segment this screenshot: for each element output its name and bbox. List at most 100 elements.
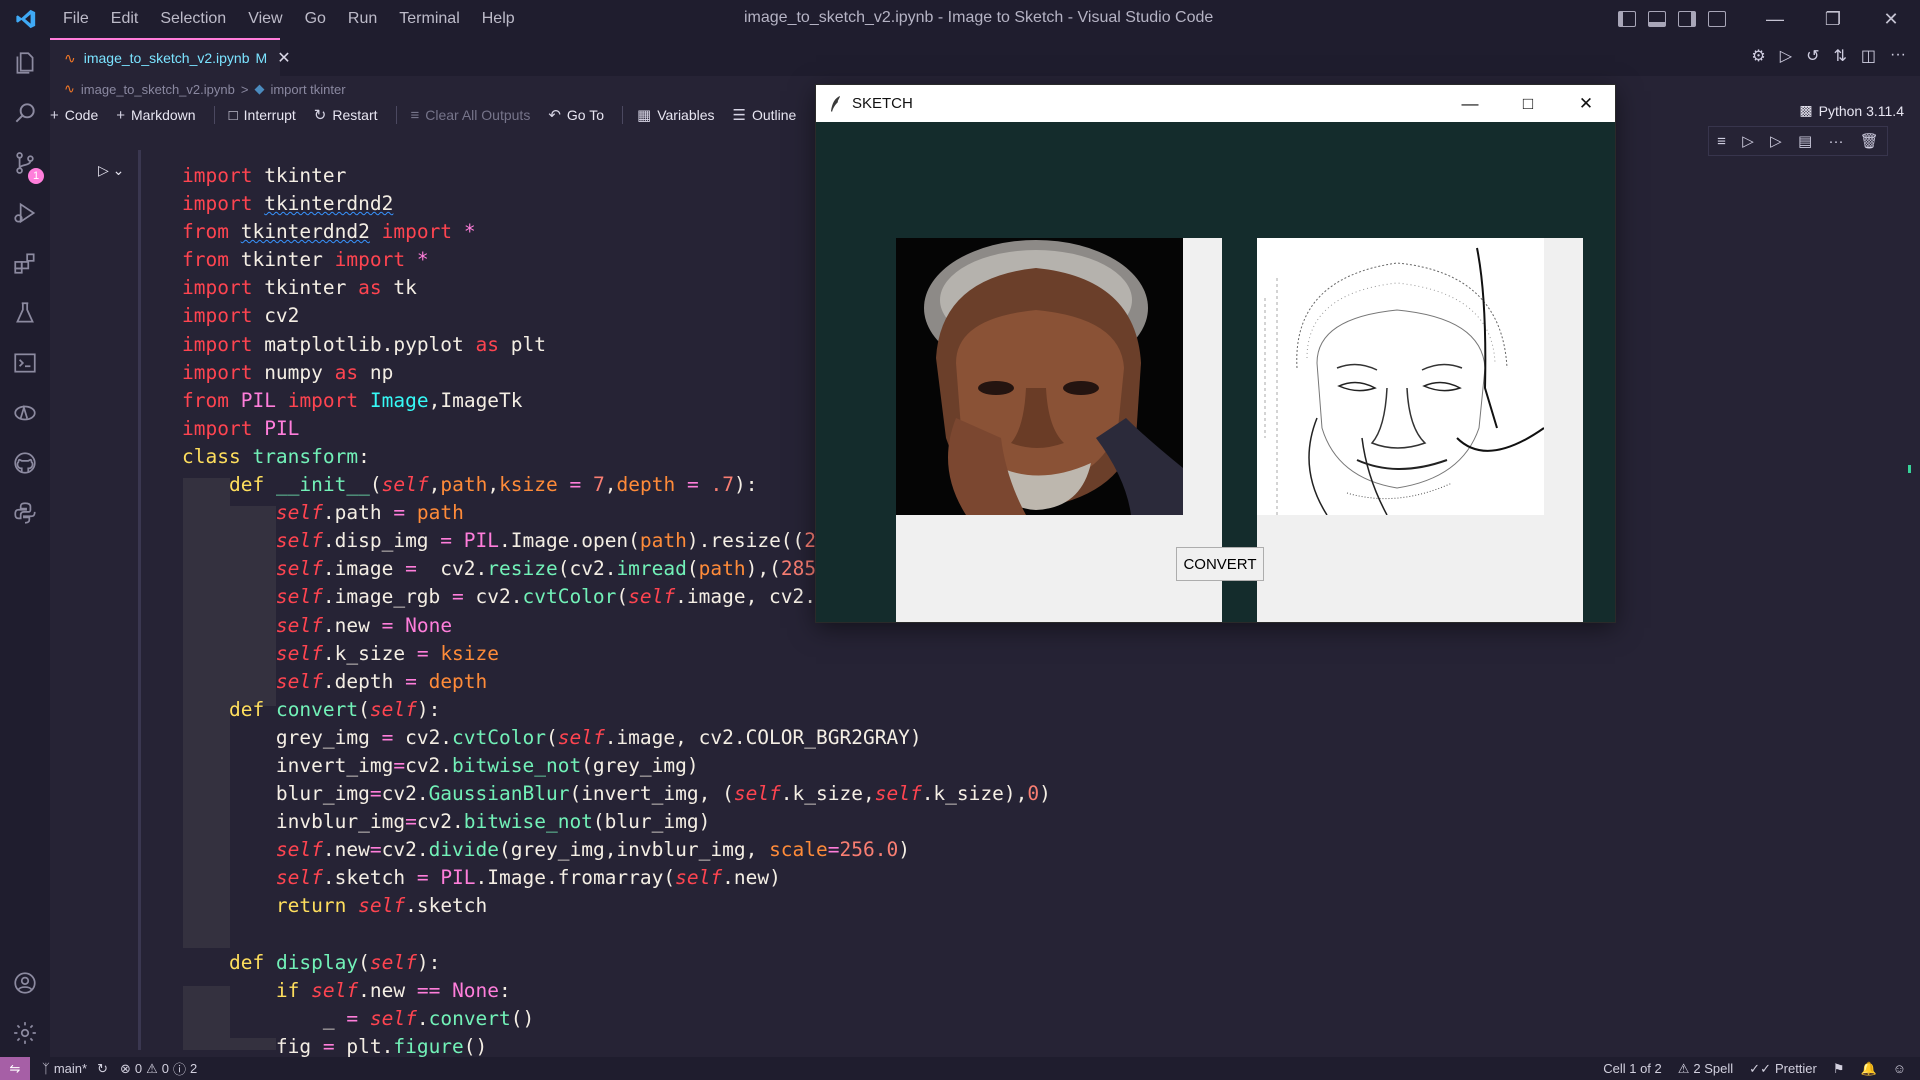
- execute-below-icon[interactable]: ▷: [1770, 132, 1782, 150]
- menu-file[interactable]: File: [52, 10, 100, 28]
- toggle-secondary-sidebar-icon[interactable]: [1678, 11, 1696, 27]
- delete-cell-icon[interactable]: 🗑: [1860, 132, 1879, 150]
- go-to-icon: ↶: [548, 107, 561, 124]
- breadcrumb: ∿ image_to_sketch_v2.ipynb > ◆ import tk…: [64, 78, 346, 100]
- add-code-label: Code: [64, 107, 99, 123]
- error-count: 0: [134, 1061, 143, 1076]
- breadcrumb-file[interactable]: image_to_sketch_v2.ipynb: [81, 82, 235, 97]
- menu-go[interactable]: Go: [294, 10, 337, 28]
- prettier-indicator[interactable]: ✓✓ Prettier: [1749, 1061, 1817, 1077]
- run-by-line-icon[interactable]: ≡: [1717, 133, 1726, 150]
- cell-more-icon[interactable]: ···: [1828, 133, 1843, 150]
- spell-check-indicator[interactable]: ⚠ 2 Spell: [1678, 1061, 1733, 1077]
- run-debug-icon[interactable]: [0, 188, 50, 238]
- restore-button[interactable]: ❐: [1804, 0, 1862, 38]
- convert-button[interactable]: CONVERT: [1176, 547, 1264, 581]
- git-branch-icon: ᛉ: [42, 1061, 50, 1076]
- accounts-icon[interactable]: [0, 958, 50, 1008]
- execute-above-icon[interactable]: ▷: [1742, 132, 1754, 150]
- kernel-picker[interactable]: ▩ Python 3.11.4: [1799, 102, 1904, 119]
- run-all-icon[interactable]: ▷: [1780, 46, 1792, 66]
- cell-position[interactable]: Cell 1 of 2: [1603, 1061, 1662, 1076]
- terminal-icon[interactable]: [0, 338, 50, 388]
- tk-minimize-button[interactable]: —: [1441, 85, 1499, 122]
- remote-explorer-icon[interactable]: [0, 388, 50, 438]
- title-bar: File Edit Selection View Go Run Terminal…: [0, 0, 1920, 38]
- sketch-window: SKETCH — □ ✕ CONVERT: [816, 85, 1615, 622]
- testing-icon[interactable]: [0, 288, 50, 338]
- jupyter-file-icon: ∿: [64, 49, 76, 66]
- menu-selection[interactable]: Selection: [149, 10, 237, 28]
- breadcrumb-symbol[interactable]: import tkinter: [270, 82, 345, 97]
- git-compare-icon[interactable]: ⇅: [1833, 46, 1846, 66]
- menu-terminal[interactable]: Terminal: [388, 10, 470, 28]
- tk-maximize-button[interactable]: □: [1499, 85, 1557, 122]
- explorer-icon[interactable]: [0, 38, 50, 88]
- split-cell-icon[interactable]: ▤: [1798, 132, 1812, 150]
- sketch-image-panel: [1257, 238, 1583, 622]
- add-markdown-cell-button[interactable]: + Markdown: [116, 107, 195, 124]
- sketch-window-titlebar[interactable]: SKETCH — □ ✕: [816, 85, 1615, 122]
- github-icon[interactable]: [0, 438, 50, 488]
- menu-run[interactable]: Run: [337, 10, 388, 28]
- tk-close-button[interactable]: ✕: [1557, 85, 1615, 122]
- live-share-icon[interactable]: ⚑: [1833, 1061, 1845, 1077]
- close-button[interactable]: ✕: [1862, 0, 1920, 38]
- window-title: image_to_sketch_v2.ipynb - Image to Sket…: [744, 9, 1214, 26]
- minimap-scroll-indicator: [1908, 465, 1911, 473]
- divider: [395, 106, 397, 124]
- outline-button[interactable]: ☰ Outline: [733, 106, 797, 124]
- remote-indicator-icon[interactable]: ⇋: [0, 1057, 30, 1080]
- source-control-badge: 1: [28, 168, 44, 184]
- extensions-icon[interactable]: [0, 238, 50, 288]
- kernel-icon: ▩: [1799, 102, 1813, 118]
- activity-bar: 1: [0, 38, 50, 1057]
- tk-feather-icon: [831, 95, 840, 112]
- customize-layout-icon[interactable]: [1708, 11, 1726, 27]
- info-icon: ⓘ: [173, 1062, 187, 1077]
- toggle-panel-icon[interactable]: [1648, 11, 1666, 27]
- run-cell-button[interactable]: ▷ ⌄: [98, 162, 124, 179]
- split-editor-icon[interactable]: ◫: [1861, 46, 1876, 66]
- original-image-panel: [896, 238, 1222, 622]
- tab-image-to-sketch[interactable]: ∿ image_to_sketch_v2.ipynb M ✕: [50, 38, 291, 76]
- warning-icon: ⚠: [146, 1060, 158, 1076]
- branch-indicator[interactable]: ᛉ main* ↻: [42, 1061, 108, 1077]
- menu-edit[interactable]: Edit: [100, 10, 150, 28]
- restart-button[interactable]: ↻ Restart: [314, 106, 378, 124]
- clear-all-outputs-button[interactable]: ≡ Clear All Outputs: [411, 107, 531, 124]
- manage-gear-icon[interactable]: [0, 1008, 50, 1058]
- problems-indicator[interactable]: ⊗ 0 ⚠ 0 ⓘ 2: [120, 1059, 197, 1078]
- sync-icon[interactable]: ↻: [97, 1061, 108, 1077]
- settings-gear-icon[interactable]: ⚙: [1751, 46, 1765, 66]
- info-count: 2: [190, 1061, 198, 1076]
- add-code-cell-button[interactable]: + Code: [50, 107, 98, 124]
- menu-help[interactable]: Help: [471, 10, 526, 28]
- restart-label: Restart: [332, 107, 378, 123]
- original-portrait-image: [896, 238, 1183, 515]
- menu-view[interactable]: View: [237, 10, 293, 28]
- plus-icon: +: [116, 106, 125, 124]
- source-control-icon[interactable]: 1: [0, 138, 50, 188]
- toggle-primary-sidebar-icon[interactable]: [1618, 11, 1636, 27]
- variables-button[interactable]: ▦ Variables: [637, 106, 715, 124]
- clear-all-label: Clear All Outputs: [425, 107, 531, 123]
- sketch-portrait-image: [1257, 238, 1544, 515]
- notifications-bell-icon[interactable]: 🔔: [1861, 1061, 1877, 1077]
- history-icon[interactable]: ↺: [1806, 46, 1819, 66]
- jupyter-breadcrumb-icon: ∿: [64, 81, 75, 96]
- python-breadcrumb-icon: ◆: [254, 81, 265, 96]
- more-actions-icon[interactable]: ···: [1890, 46, 1906, 66]
- python-icon[interactable]: [0, 488, 50, 538]
- minimize-button[interactable]: —: [1746, 0, 1804, 38]
- copilot-icon[interactable]: ☺: [1893, 1061, 1906, 1076]
- divider: [213, 106, 215, 124]
- search-icon[interactable]: [0, 88, 50, 138]
- status-bar: ⇋ ᛉ main* ↻ ⊗ 0 ⚠ 0 ⓘ 2 Cell 1 of 2 ⚠ 2 …: [0, 1057, 1920, 1080]
- menu-bar: File Edit Selection View Go Run Terminal…: [52, 10, 526, 28]
- error-icon: ⊗: [119, 1060, 131, 1076]
- interrupt-button[interactable]: □ Interrupt: [229, 107, 296, 124]
- divider: [622, 106, 624, 124]
- go-to-button[interactable]: ↶ Go To: [548, 106, 604, 124]
- tab-close-icon[interactable]: ✕: [277, 48, 290, 68]
